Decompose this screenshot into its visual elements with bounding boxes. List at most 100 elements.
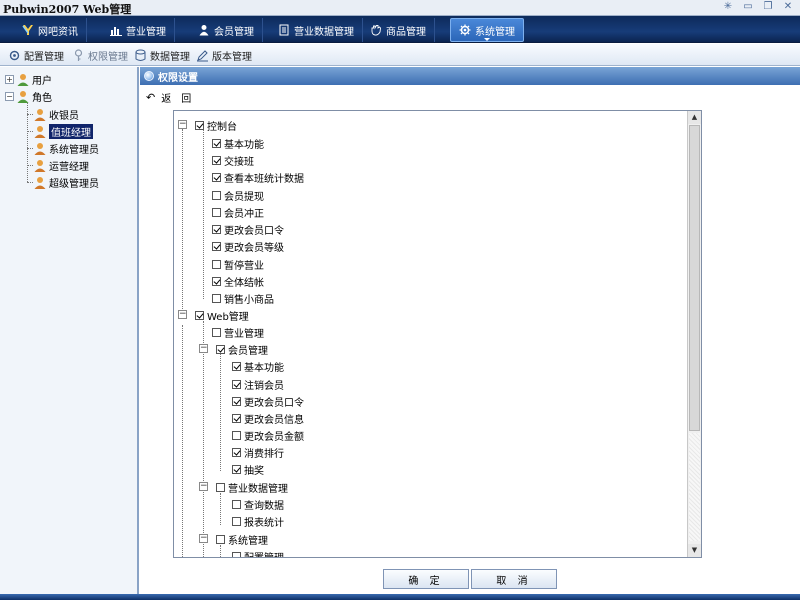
checkbox[interactable] <box>212 172 221 182</box>
tree-guide-line <box>27 114 33 115</box>
permission-item[interactable]: 销售小商品 <box>212 292 274 306</box>
checkbox[interactable] <box>212 293 221 303</box>
checkbox[interactable] <box>212 241 221 251</box>
tree-node-label: 超级管理员 <box>49 179 99 190</box>
checkbox[interactable] <box>212 155 221 165</box>
permission-subgroup[interactable]: 营业数据管理 <box>216 481 288 495</box>
checkbox[interactable] <box>232 396 241 406</box>
tree-node-user[interactable]: + 用户 <box>5 72 52 87</box>
permission-item[interactable]: 更改会员信息 <box>232 412 304 426</box>
checkbox[interactable] <box>232 551 241 557</box>
permission-item[interactable]: 注销会员 <box>232 378 284 392</box>
scroll-thumb[interactable] <box>689 125 700 431</box>
collapse-toggle[interactable]: − <box>199 482 208 491</box>
checkbox[interactable] <box>216 344 225 354</box>
nav-tab-news[interactable]: 网吧资讯 <box>14 18 87 42</box>
tree-node-label: 用户 <box>32 76 52 87</box>
back-link[interactable]: ↶ 返 回 <box>146 90 191 105</box>
collapse-toggle[interactable]: − <box>5 92 14 101</box>
cancel-button[interactable]: 取 消 <box>471 569 557 589</box>
permission-item[interactable]: 基本功能 <box>212 137 264 151</box>
permission-group[interactable]: 控制台 <box>195 119 237 133</box>
collapse-toggle[interactable]: − <box>199 344 208 353</box>
checkbox[interactable] <box>232 361 241 371</box>
scroll-up-icon[interactable]: ▲ <box>688 111 701 124</box>
permission-item[interactable]: 基本功能 <box>232 360 284 374</box>
scroll-down-icon[interactable]: ▼ <box>688 544 701 557</box>
permission-label: 暂停营业 <box>224 260 264 272</box>
snowflake-icon[interactable]: ✳ <box>722 1 734 13</box>
permission-item[interactable]: 抽奖 <box>232 463 264 477</box>
permission-item[interactable]: 暂停营业 <box>212 258 264 272</box>
permission-item[interactable]: 交接班 <box>212 154 254 168</box>
nav-tab-goods[interactable]: 商品管理 <box>362 18 435 42</box>
permission-label: 更改会员金额 <box>244 431 304 443</box>
checkbox[interactable] <box>212 138 221 148</box>
tree-node-role-item[interactable]: 超级管理员 <box>27 175 99 190</box>
permission-subgroup[interactable]: 会员管理 <box>216 343 268 357</box>
subnav-data[interactable]: 数据管理 <box>134 48 190 63</box>
permission-item[interactable]: 会员冲正 <box>212 206 264 220</box>
checkbox[interactable] <box>195 310 204 320</box>
confirm-button[interactable]: 确 定 <box>383 569 469 589</box>
collapse-toggle[interactable]: − <box>178 310 187 319</box>
checkbox[interactable] <box>212 190 221 200</box>
nav-tab-system[interactable]: 系统管理 <box>450 18 524 42</box>
checkbox[interactable] <box>232 430 241 440</box>
permission-item[interactable]: 消费排行 <box>232 446 284 460</box>
checkbox[interactable] <box>232 379 241 389</box>
tree-node-role-item[interactable]: 值班经理 <box>27 124 93 139</box>
tree-node-role-item[interactable]: 运营经理 <box>27 158 89 173</box>
collapse-toggle[interactable]: − <box>199 534 208 543</box>
permission-item[interactable]: 查询数据 <box>232 498 284 512</box>
key-icon <box>74 49 83 61</box>
tree-node-role[interactable]: − 角色 <box>5 89 52 104</box>
checkbox[interactable] <box>212 259 221 269</box>
nav-tab-members[interactable]: 会员管理 <box>190 18 263 42</box>
subnav-version[interactable]: 版本管理 <box>196 48 252 63</box>
subnav-config[interactable]: 配置管理 <box>8 48 64 63</box>
tree-guide-line <box>27 148 33 149</box>
checkbox[interactable] <box>232 516 241 526</box>
close-icon[interactable]: ✕ <box>782 1 794 13</box>
permission-item[interactable]: 全体结帐 <box>212 275 264 289</box>
permission-label: 查看本班统计数据 <box>224 173 304 185</box>
role-icon <box>34 176 46 189</box>
permission-item[interactable]: 更改会员等级 <box>212 240 284 254</box>
permission-group[interactable]: Web管理 <box>195 309 249 323</box>
minimize-icon[interactable]: ▭ <box>742 1 754 13</box>
checkbox[interactable] <box>232 499 241 509</box>
permission-item[interactable]: 营业管理 <box>212 326 264 340</box>
checkbox[interactable] <box>232 447 241 457</box>
checkbox[interactable] <box>212 327 221 337</box>
permission-item[interactable]: 配置管理 <box>232 550 284 557</box>
permission-item[interactable]: 更改会员金额 <box>232 429 304 443</box>
permission-item[interactable]: 会员提现 <box>212 189 264 203</box>
checkbox[interactable] <box>212 224 221 234</box>
nav-tab-business[interactable]: 营业管理 <box>102 18 175 42</box>
checkbox[interactable] <box>216 482 225 492</box>
permission-item[interactable]: 查看本班统计数据 <box>212 171 304 185</box>
scroll-track[interactable] <box>689 433 700 541</box>
expand-toggle[interactable]: + <box>5 75 14 84</box>
restore-icon[interactable]: ❐ <box>762 1 774 13</box>
nav-tab-business-data[interactable]: 营业数据管理 <box>270 18 363 42</box>
nav-tab-label: 系统管理 <box>475 26 515 38</box>
permission-item[interactable]: 更改会员口令 <box>232 395 304 409</box>
checkbox[interactable] <box>216 534 225 544</box>
checkbox[interactable] <box>212 207 221 217</box>
permission-item[interactable]: 报表统计 <box>232 515 284 529</box>
subnav-permission[interactable]: 权限管理 <box>72 48 128 63</box>
permission-item[interactable]: 更改会员口令 <box>212 223 284 237</box>
checkbox[interactable] <box>195 120 204 130</box>
permission-subgroup[interactable]: 系统管理 <box>216 533 268 547</box>
bottom-bar <box>0 594 800 600</box>
checkbox[interactable] <box>232 464 241 474</box>
vertical-scrollbar[interactable]: ▲ ▼ <box>687 111 701 557</box>
tree-node-label: 运营经理 <box>49 162 89 173</box>
tree-node-role-item[interactable]: 系统管理员 <box>27 141 99 156</box>
collapse-toggle[interactable]: − <box>178 120 187 129</box>
checkbox[interactable] <box>212 276 221 286</box>
checkbox[interactable] <box>232 413 241 423</box>
tree-node-role-item[interactable]: 收银员 <box>27 107 79 122</box>
